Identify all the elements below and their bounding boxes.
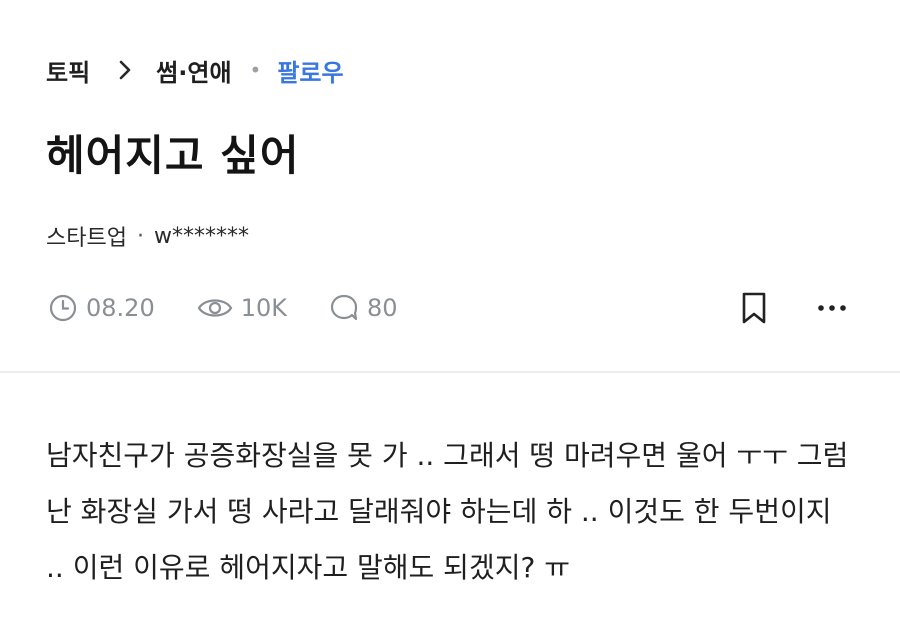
- bookmark-icon: [742, 292, 766, 324]
- breadcrumb-topic[interactable]: 토픽: [46, 53, 90, 88]
- breadcrumb-category[interactable]: 썸·연애: [156, 53, 231, 88]
- author-info: 스타트업 · w*******: [46, 220, 249, 252]
- post-views: 10K: [240, 294, 287, 322]
- meta-comments: 80: [329, 293, 398, 323]
- comment-bubble-icon: [330, 294, 358, 321]
- post-meta: 08.20 10K 80: [48, 288, 440, 328]
- clock-icon: [49, 294, 77, 322]
- post-title: 헤어지고 싶어: [46, 131, 300, 180]
- breadcrumb: 토픽 썸·연애 • 팔로우: [46, 50, 344, 90]
- more-options-button[interactable]: [812, 288, 852, 328]
- bookmark-button[interactable]: [734, 288, 774, 328]
- post-actions: [734, 288, 852, 328]
- meta-date: 08.20: [48, 293, 155, 323]
- meta-views: 10K: [197, 293, 287, 323]
- chevron-right-icon: [116, 58, 136, 82]
- more-horizontal-icon: [818, 305, 846, 311]
- author-separator: ·: [136, 223, 144, 249]
- post-date: 08.20: [86, 294, 155, 322]
- post-comments-count: 80: [367, 294, 398, 322]
- section-divider: [0, 371, 900, 373]
- author-name: w*******: [153, 223, 249, 249]
- post-body: 남자친구가 공증화장실을 못 가 .. 그래서 떵 마려우면 울어 ㅜㅜ 그럼 …: [46, 439, 849, 584]
- author-company: 스타트업: [46, 226, 127, 251]
- eye-icon: [197, 299, 233, 317]
- breadcrumb-dot-separator: •: [249, 58, 262, 82]
- follow-button[interactable]: 팔로우: [277, 53, 343, 88]
